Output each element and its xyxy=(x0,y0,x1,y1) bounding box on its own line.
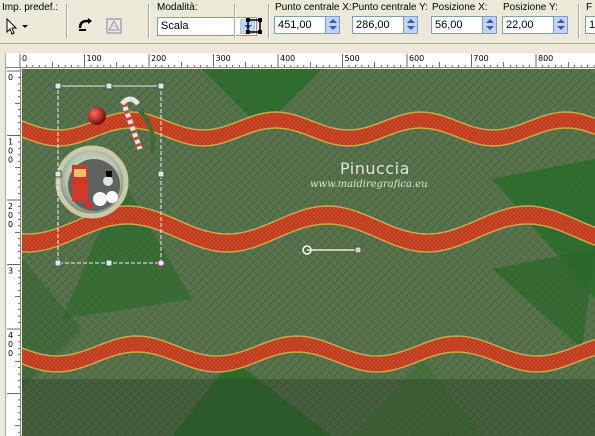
resize-handle[interactable] xyxy=(105,259,113,267)
ruler-label: 200 xyxy=(151,54,166,63)
ruler-ticks: 0 100 200 300 400 500 600 700 800 xyxy=(19,54,595,67)
ruler-label: 4 xyxy=(8,331,13,340)
ruler-label: 800 xyxy=(538,54,553,63)
pos-x-label: Posizione X: xyxy=(432,2,488,13)
spin-arrows-icon[interactable] xyxy=(482,17,496,33)
preset-dropdown[interactable] xyxy=(2,16,32,36)
resize-handle[interactable] xyxy=(105,82,113,90)
mode-value: Scala xyxy=(161,20,189,32)
mode-select[interactable]: Scala xyxy=(157,17,257,36)
canvas-artwork xyxy=(22,69,595,436)
spin-arrows-icon[interactable] xyxy=(553,17,567,33)
resize-handle[interactable] xyxy=(157,82,165,90)
spin-arrows-icon[interactable] xyxy=(325,17,339,33)
center-y-label: Punto centrale Y: xyxy=(352,2,428,13)
ruler-label: 0 xyxy=(8,211,13,220)
ruler-vertical: 01002003400 xyxy=(6,68,21,436)
ruler-label: 0 xyxy=(8,156,13,165)
resize-handle[interactable] xyxy=(54,259,62,267)
ruler-label: 1 xyxy=(8,138,13,147)
watermark-url: www.maidiregrafica.eu xyxy=(310,179,428,190)
cut-value: 1 xyxy=(589,19,595,31)
cut-input[interactable]: 1 xyxy=(585,16,595,34)
deform-button[interactable] xyxy=(104,16,124,36)
watermark-name: Pinuccia xyxy=(340,159,410,178)
red-ornament xyxy=(88,107,106,125)
pos-y-value: 22,00 xyxy=(506,19,534,31)
center-pivot[interactable] xyxy=(106,171,112,177)
tool-options-toolbar: Imp. predef.: Modalità: Scala Punto cent… xyxy=(0,0,595,44)
rotate-handle[interactable] xyxy=(157,259,165,267)
reset-button[interactable] xyxy=(76,16,96,36)
resize-handle[interactable] xyxy=(157,170,165,178)
pos-x-value: 56,00 xyxy=(435,19,463,31)
ruler-label: 0 xyxy=(8,340,13,349)
resize-handle[interactable] xyxy=(54,170,62,178)
ruler-label: 300 xyxy=(216,54,231,63)
preset-label: Imp. predef.: xyxy=(2,2,59,13)
ruler-label: 600 xyxy=(409,54,424,63)
ruler-horizontal: 0 100 200 300 400 500 600 700 800 xyxy=(6,53,595,68)
ruler-label: 100 xyxy=(87,54,102,63)
ruler-label: 3 xyxy=(8,267,13,276)
pos-y-input[interactable]: 22,00 xyxy=(502,16,568,34)
center-x-input[interactable]: 451,00 xyxy=(274,16,340,34)
deform-icon xyxy=(106,18,122,34)
ruler-label: 500 xyxy=(345,54,360,63)
pos-y-label: Posizione Y: xyxy=(503,2,558,13)
image-canvas[interactable]: Pinuccia www.maidiregrafica.eu xyxy=(22,69,595,436)
reset-icon xyxy=(78,18,92,31)
frame-icon xyxy=(246,18,262,34)
spin-arrows-icon[interactable] xyxy=(403,17,417,33)
frame-button[interactable] xyxy=(244,16,264,36)
ruler-label: 2 xyxy=(8,202,13,211)
center-y-value: 286,00 xyxy=(356,19,390,31)
center-x-label: Punto centrale X: xyxy=(275,2,352,13)
ruler-label: 400 xyxy=(280,54,295,63)
pointer-icon xyxy=(6,17,28,35)
resize-handle[interactable] xyxy=(54,82,62,90)
center-x-value: 451,00 xyxy=(278,19,312,31)
ruler-label: 0 xyxy=(22,54,27,63)
mode-label: Modalità: xyxy=(157,2,198,13)
ruler-label: 700 xyxy=(474,54,489,63)
christmas-bauble xyxy=(55,145,129,219)
cut-label: F xyxy=(586,2,593,13)
center-y-input[interactable]: 286,00 xyxy=(352,16,418,34)
ruler-label: 0 xyxy=(8,147,13,156)
ruler-label: 0 xyxy=(8,220,13,229)
ruler-label: 0 xyxy=(8,73,13,82)
ruler-label: 0 xyxy=(8,349,13,358)
pos-x-input[interactable]: 56,00 xyxy=(431,16,497,34)
ruler-ticks: 01002003400 xyxy=(7,70,20,433)
